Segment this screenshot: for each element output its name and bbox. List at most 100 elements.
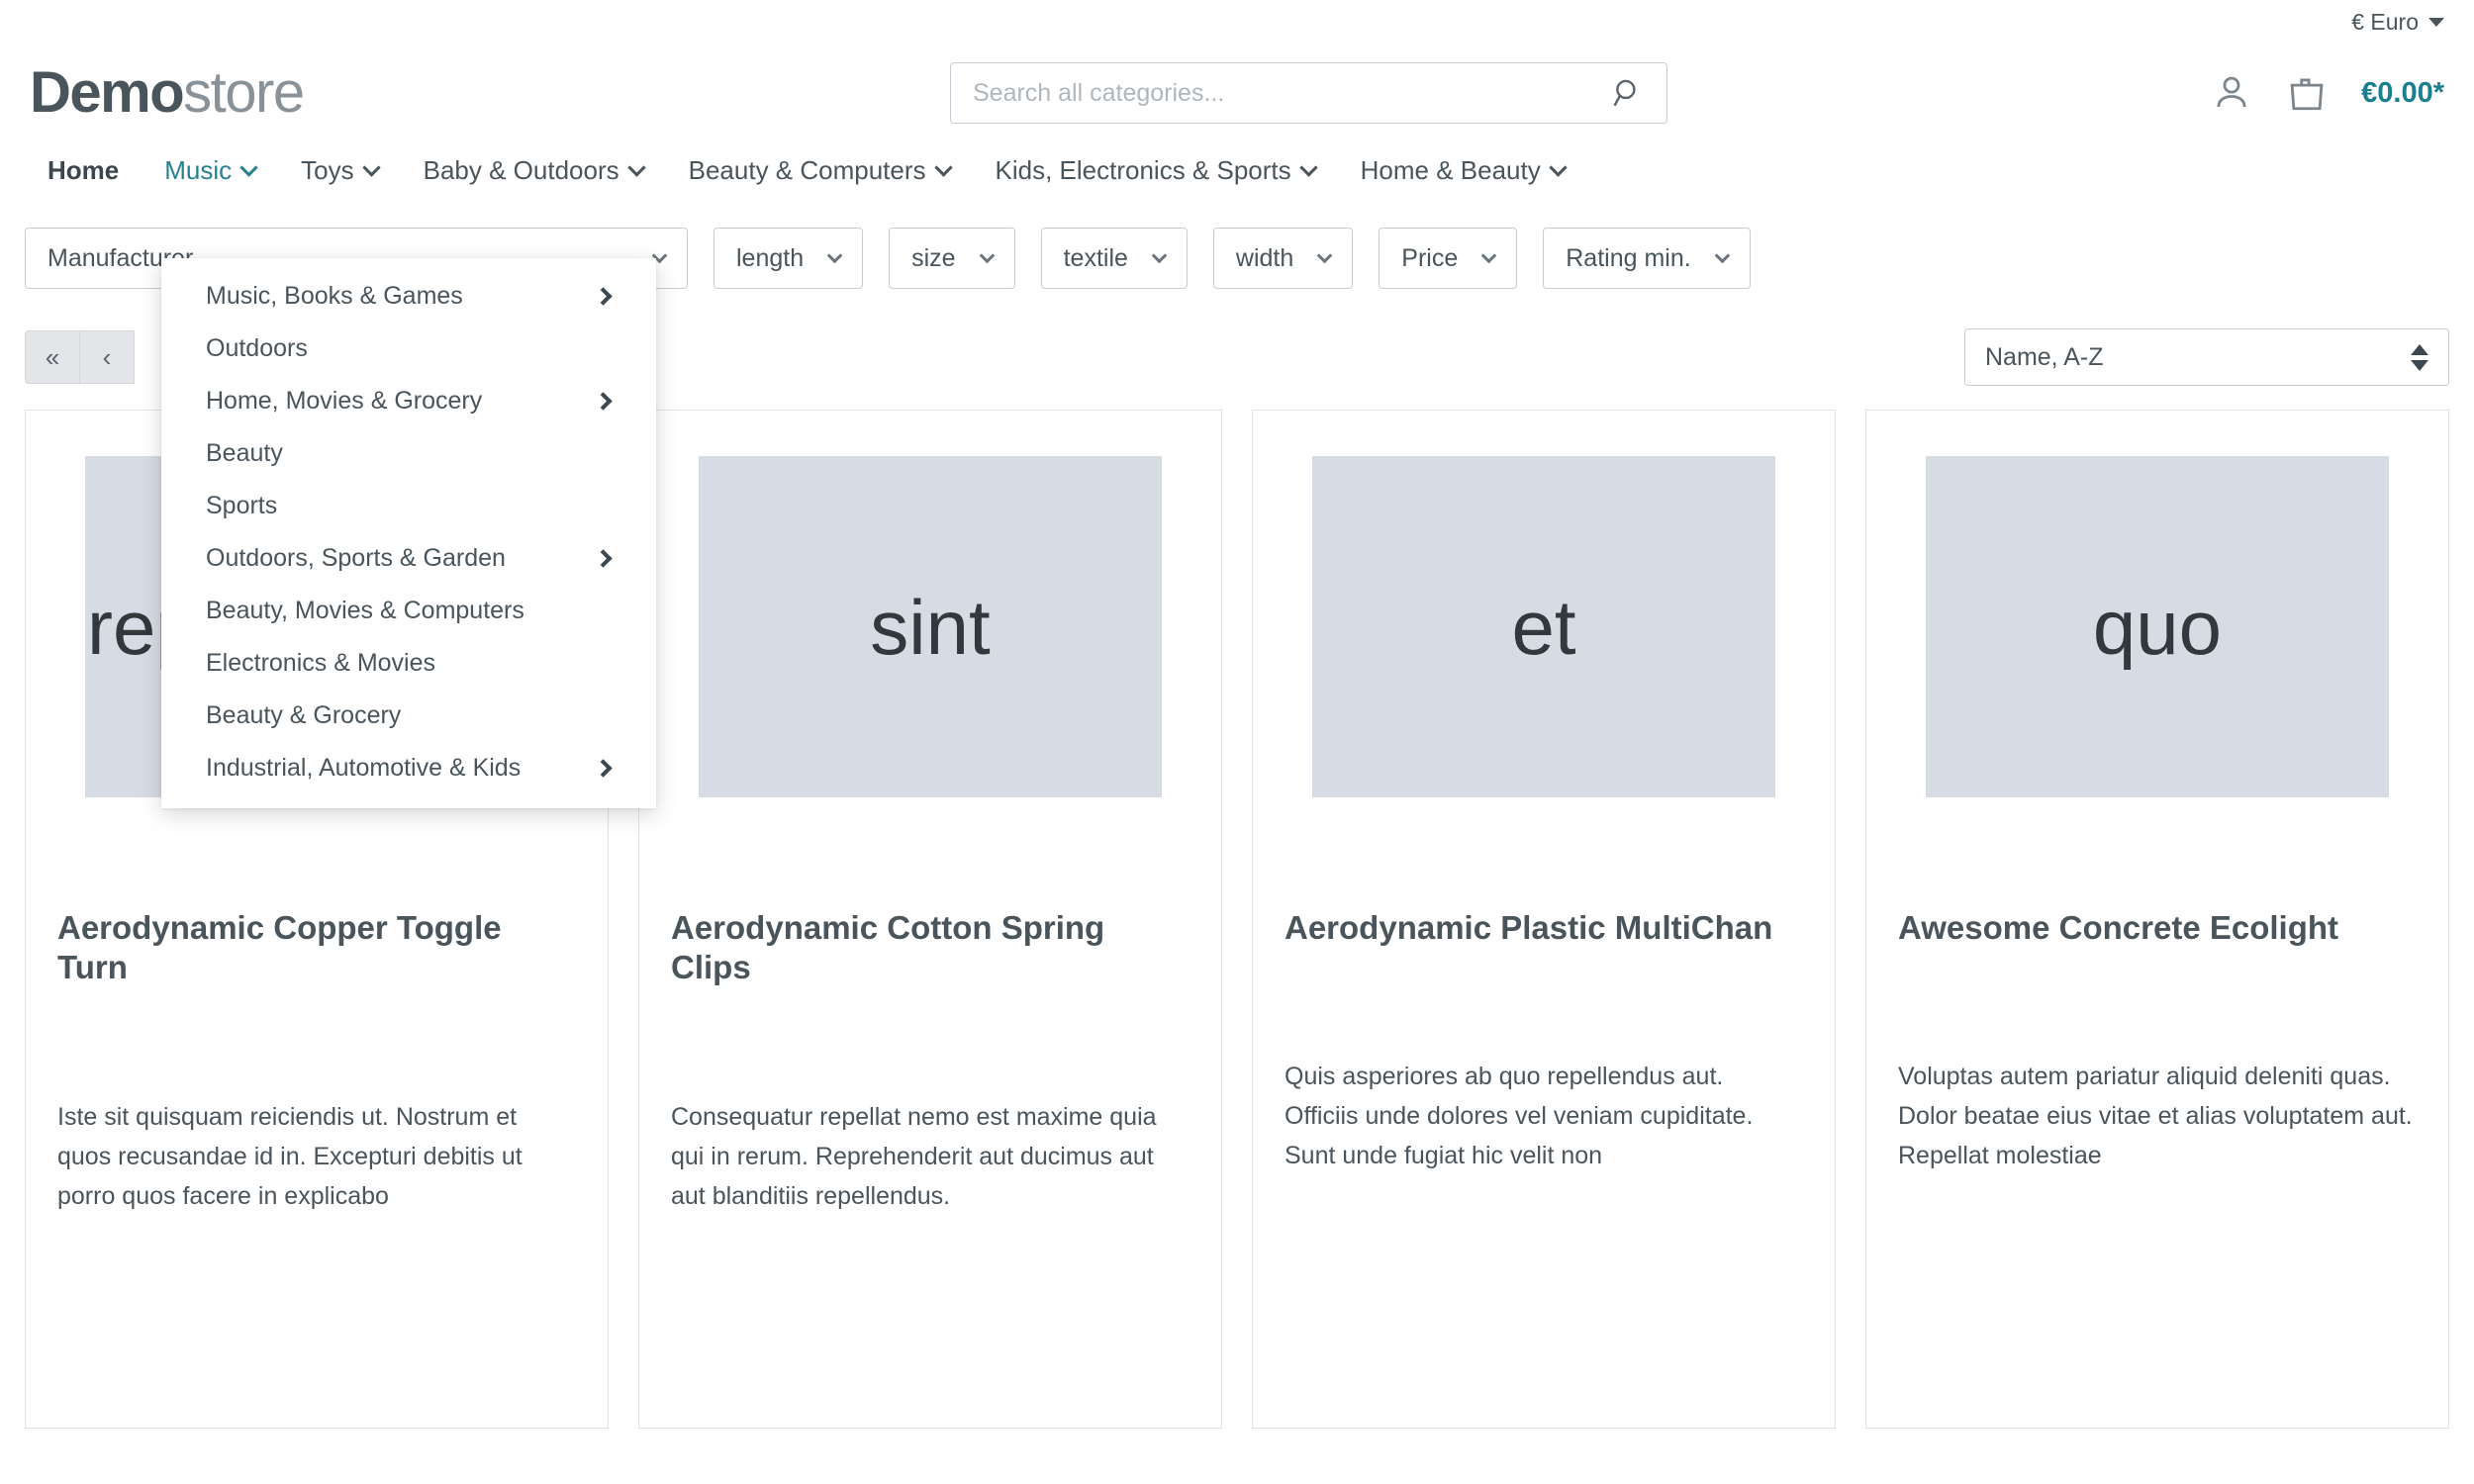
account-icon[interactable] [2211,72,2252,114]
chevron-right-icon [594,287,613,306]
product-card[interactable]: sint Aerodynamic Cotton Spring Clips Con… [638,410,1222,1429]
chevron-right-icon [594,759,613,778]
select-arrows-icon [2411,343,2428,371]
flyout-label: Sports [206,492,278,519]
product-card-body: Aerodynamic Plastic MultiChan Quis asper… [1283,908,1805,1175]
nav-item-beauty-computers[interactable]: Beauty & Computers [666,155,973,186]
filter-width[interactable]: width [1212,228,1354,289]
storefront-page: € Euro Demostore Search all categories..… [0,0,2474,1484]
first-page-button[interactable]: « [25,330,80,384]
nav-item-music[interactable]: Music [142,155,278,186]
search-container [950,62,1667,124]
flyout-label: Electronics & Movies [206,649,436,677]
chevron-down-icon [1480,247,1497,263]
nav-item-home-beauty[interactable]: Home & Beauty [1338,155,1587,186]
product-title[interactable]: Awesome Concrete Ecolight [1898,908,2417,948]
flyout-item-outdoors-sports-garden[interactable]: Outdoors, Sports & Garden [161,532,656,585]
filter-price[interactable]: Price [1379,228,1518,289]
chevron-down-icon [933,157,953,177]
product-title[interactable]: Aerodynamic Copper Toggle Turn [57,908,576,988]
nav-label: Beauty & Computers [688,154,926,185]
product-description: Quis asperiores ab quo repellendus aut. … [1285,1063,1754,1170]
filter-label: length [736,243,805,272]
nav-label: Home & Beauty [1360,154,1541,185]
logo-light-part: store [183,60,305,125]
search-icon[interactable] [1611,76,1645,110]
filter-size[interactable]: size [889,228,1015,289]
product-image-text: sint [870,583,991,671]
flyout-item-sports[interactable]: Sports [161,480,656,532]
flyout-item-outdoors[interactable]: Outdoors [161,323,656,375]
nav-label: Baby & Outdoors [423,154,619,185]
flyout-label: Beauty [206,439,283,467]
header-actions: €0.00* [2211,72,2444,114]
chevron-down-icon [1714,247,1730,263]
filter-rating-min[interactable]: Rating min. [1543,228,1751,289]
flyout-item-beauty-movies-computers[interactable]: Beauty, Movies & Computers [161,585,656,637]
prev-page-button[interactable]: ‹ [79,330,135,384]
flyout-item-beauty[interactable]: Beauty [161,427,656,480]
filter-length[interactable]: length [714,228,864,289]
nav-label: Kids, Electronics & Sports [995,154,1291,185]
search-box[interactable] [950,62,1667,124]
chevron-right-icon [594,392,613,411]
flyout-item-electronics-movies[interactable]: Electronics & Movies [161,637,656,690]
chevron-down-icon [2428,17,2444,27]
flyout-label: Industrial, Automotive & Kids [206,754,522,782]
chevron-down-icon [1317,247,1333,263]
chevron-down-icon [1151,247,1168,263]
product-card-body: Aerodynamic Copper Toggle Turn Iste sit … [55,908,578,1216]
flyout-label: Beauty & Grocery [206,701,402,729]
filter-label: Price [1401,243,1459,272]
flyout-item-home-movies-grocery[interactable]: Home, Movies & Grocery [161,375,656,427]
product-image-text: et [1511,583,1576,671]
nav-item-home[interactable]: Home [25,155,142,186]
sort-selected-value: Name, A-Z [1985,342,2104,371]
product-title[interactable]: Aerodynamic Plastic MultiChan [1285,908,1803,948]
main-navigation: Home Music Toys Baby & Outdoors Beauty &… [0,142,2474,198]
flyout-item-beauty-grocery[interactable]: Beauty & Grocery [161,690,656,742]
nav-label: Toys [301,154,354,185]
chevron-down-icon [826,247,843,263]
chevron-down-icon [239,157,258,177]
product-description: Consequatur repellat nemo est maxime qui… [671,1102,1157,1210]
chevron-down-icon [361,157,381,177]
product-card[interactable]: quo Awesome Concrete Ecolight Voluptas a… [1865,410,2449,1429]
product-description: Voluptas autem pariatur aliquid deleniti… [1898,1063,2413,1170]
sort-select[interactable]: Name, A-Z [1964,328,2449,386]
nav-label: Home [48,154,120,185]
chevron-down-icon [1549,157,1568,177]
nav-item-baby-outdoors[interactable]: Baby & Outdoors [401,155,666,186]
flyout-item-industrial-automotive-kids[interactable]: Industrial, Automotive & Kids [161,742,656,794]
chevron-right-icon [594,549,613,568]
site-logo[interactable]: Demostore [30,64,305,122]
filter-label: Rating min. [1566,243,1691,272]
product-card[interactable]: et Aerodynamic Plastic MultiChan Quis as… [1252,410,1836,1429]
cart-total[interactable]: €0.00* [2361,77,2444,110]
cart-icon[interactable] [2286,72,2328,114]
nav-label: Music [164,154,233,185]
product-image-placeholder: sint [699,456,1162,797]
product-image-placeholder: quo [1926,456,2389,797]
nav-item-toys[interactable]: Toys [278,155,400,186]
music-flyout-menu: Music, Books & Games Outdoors Home, Movi… [161,258,656,808]
chevron-down-icon [979,247,995,263]
flyout-label: Beauty, Movies & Computers [206,597,524,624]
product-card-body: Awesome Concrete Ecolight Voluptas autem… [1896,908,2419,1175]
search-input[interactable] [973,78,1611,108]
flyout-label: Outdoors, Sports & Garden [206,544,506,572]
filter-label: width [1235,243,1294,272]
product-card-body: Aerodynamic Cotton Spring Clips Consequa… [669,908,1191,1216]
product-title[interactable]: Aerodynamic Cotton Spring Clips [671,908,1189,988]
flyout-label: Outdoors [206,334,308,362]
logo-bold-part: Demo [30,60,185,125]
pagination: « ‹ [25,330,135,384]
flyout-item-music-books-games[interactable]: Music, Books & Games [161,270,656,323]
currency-label: € Euro [2351,8,2419,35]
product-image-text: quo [2092,583,2223,671]
currency-switcher[interactable]: € Euro [2351,9,2444,36]
filter-label: size [911,243,956,272]
flyout-label: Home, Movies & Grocery [206,387,483,415]
filter-textile[interactable]: textile [1040,228,1188,289]
nav-item-kids-electronics-sports[interactable]: Kids, Electronics & Sports [973,155,1338,186]
